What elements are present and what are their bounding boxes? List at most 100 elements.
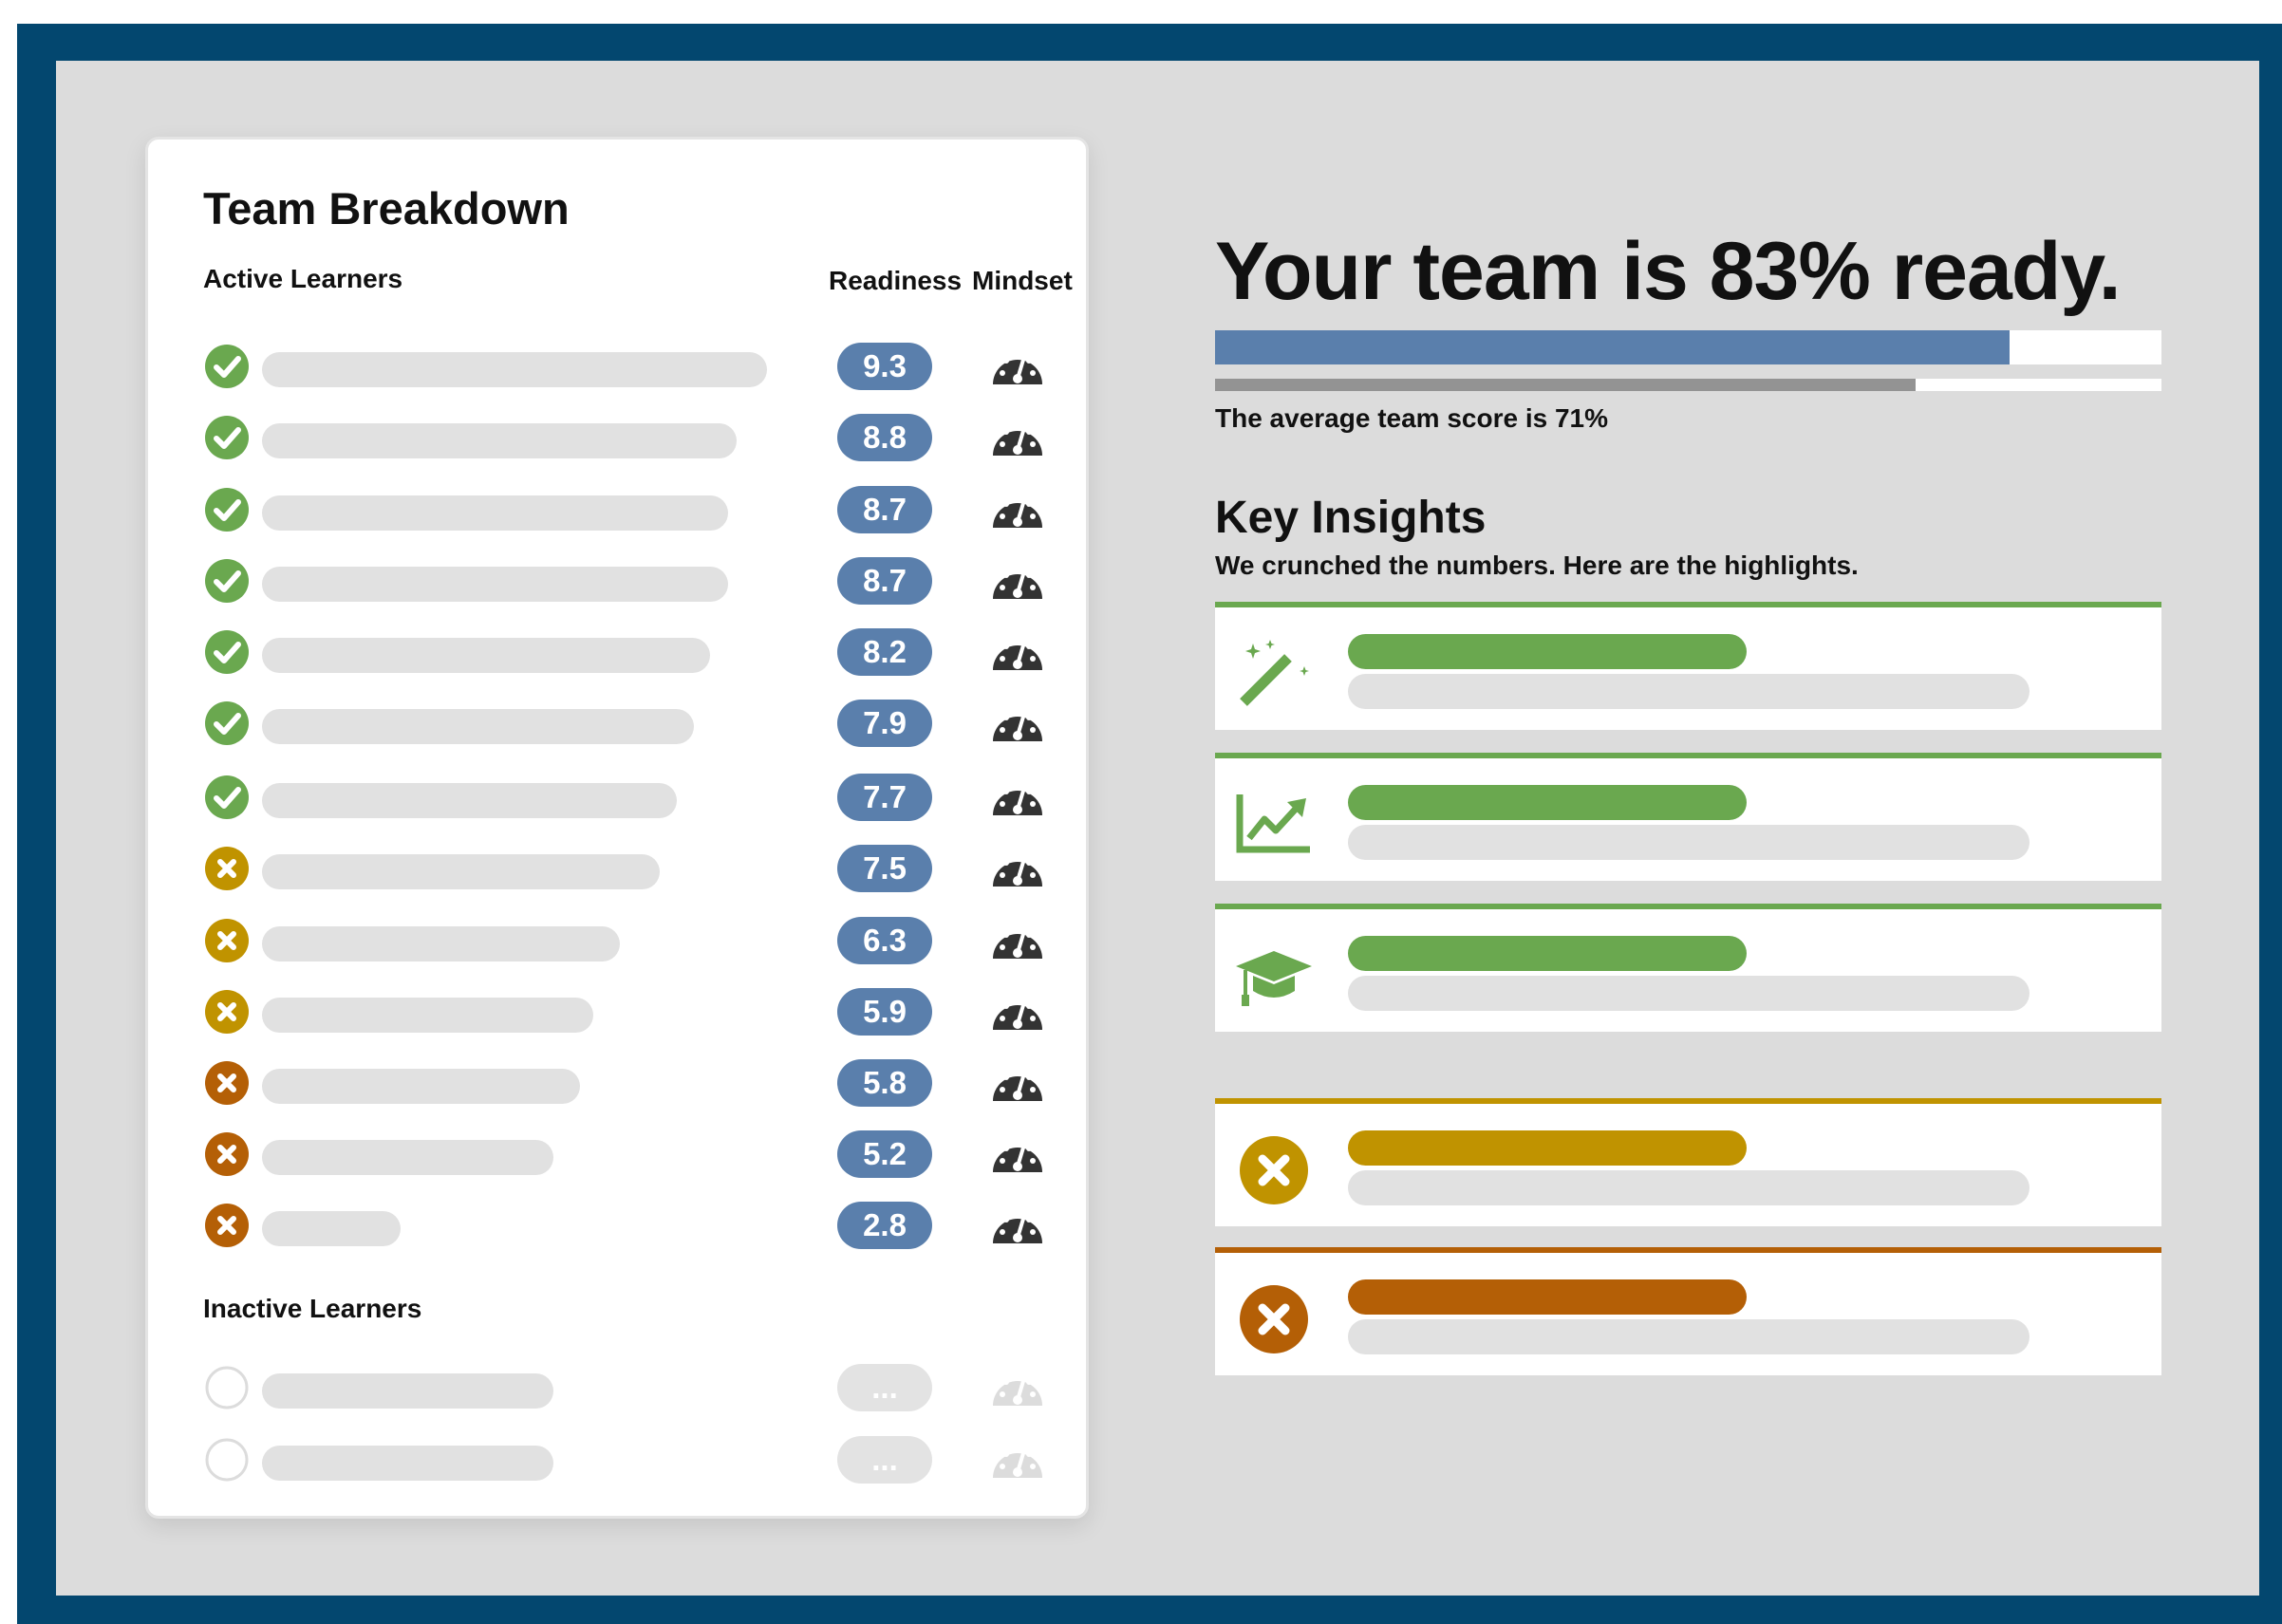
card-title: Team Breakdown <box>203 183 570 233</box>
learner-name-placeholder <box>262 1446 553 1481</box>
learner-row[interactable]: 7.9 <box>148 694 1086 751</box>
check-circle-icon <box>205 559 249 603</box>
learner-row[interactable]: 8.7 <box>148 551 1086 608</box>
learner-name-placeholder <box>262 783 677 818</box>
team-breakdown-card: Team Breakdown Active Learners Readiness… <box>145 137 1089 1519</box>
insight-headline-placeholder <box>1348 785 1747 820</box>
learner-row[interactable]: 8.7 <box>148 480 1086 537</box>
learner-row[interactable]: 8.2 <box>148 623 1086 680</box>
average-score-text: The average team score is 71% <box>1215 403 1609 433</box>
readiness-score-badge: 5.2 <box>837 1130 932 1178</box>
insight-description-placeholder <box>1348 674 2029 709</box>
inactive-learners-label: Inactive Learners <box>203 1294 422 1323</box>
team-readiness-bar <box>1215 330 2161 364</box>
insight-card-good[interactable] <box>1215 753 2161 881</box>
learner-row[interactable]: 2.8 <box>148 1196 1086 1253</box>
mindset-gauge-icon[interactable] <box>991 1366 1044 1409</box>
insight-headline-placeholder <box>1348 936 1747 971</box>
learner-row[interactable]: 9.3 <box>148 337 1086 394</box>
x-circle-icon <box>1234 1281 1314 1355</box>
learner-row[interactable]: 5.8 <box>148 1054 1086 1111</box>
readiness-score-badge: 2.8 <box>837 1202 932 1249</box>
key-insights-title: Key Insights <box>1215 493 1487 543</box>
mindset-gauge-icon[interactable] <box>991 847 1044 890</box>
learner-row[interactable]: 8.8 <box>148 408 1086 465</box>
trending-up-chart-icon <box>1234 787 1314 861</box>
mindset-gauge-icon[interactable] <box>991 1204 1044 1247</box>
mindset-gauge-icon[interactable] <box>991 559 1044 603</box>
check-circle-icon <box>205 488 249 532</box>
key-insights-subtitle: We crunched the numbers. Here are the hi… <box>1215 551 1859 580</box>
mindset-gauge-icon[interactable] <box>991 701 1044 745</box>
graduation-cap-icon <box>1234 938 1314 1012</box>
average-score-fill <box>1215 379 1916 391</box>
learner-name-placeholder <box>262 1211 401 1246</box>
inactive-learner-row[interactable]: ... <box>148 1358 1086 1415</box>
learner-name-placeholder <box>262 423 737 458</box>
readiness-score-badge: 8.8 <box>837 414 932 461</box>
learner-name-placeholder <box>262 1140 553 1175</box>
insight-description-placeholder <box>1348 1319 2029 1354</box>
x-circle-icon <box>205 1204 249 1247</box>
mindset-gauge-icon[interactable] <box>991 919 1044 962</box>
active-learners-label: Active Learners <box>203 264 403 293</box>
learner-row[interactable]: 7.7 <box>148 768 1086 825</box>
readiness-headline: Your team is 83% ready. <box>1215 226 2122 317</box>
empty-circle-icon <box>205 1366 249 1409</box>
mindset-column-header: Mindset <box>972 266 1073 295</box>
readiness-score-badge: 9.3 <box>837 343 932 390</box>
insight-headline-placeholder <box>1348 1130 1747 1166</box>
learner-name-placeholder <box>262 998 593 1033</box>
mindset-gauge-icon[interactable] <box>991 630 1044 674</box>
check-circle-icon <box>205 345 249 388</box>
learner-name-placeholder <box>262 638 710 673</box>
insight-headline-placeholder <box>1348 1279 1747 1315</box>
learner-row[interactable]: 5.2 <box>148 1125 1086 1182</box>
readiness-score-badge: 7.7 <box>837 774 932 821</box>
readiness-score-badge: 8.7 <box>837 557 932 605</box>
x-circle-icon <box>205 919 249 962</box>
mindset-gauge-icon[interactable] <box>991 1132 1044 1176</box>
mindset-gauge-icon[interactable] <box>991 990 1044 1034</box>
inactive-learner-row[interactable]: ... <box>148 1430 1086 1487</box>
learner-row[interactable]: 7.5 <box>148 839 1086 896</box>
mindset-gauge-icon[interactable] <box>991 488 1044 532</box>
check-circle-icon <box>205 630 249 674</box>
readiness-score-badge: ... <box>837 1364 932 1411</box>
insight-card-good[interactable] <box>1215 602 2161 730</box>
x-circle-icon <box>205 1061 249 1105</box>
insight-description-placeholder <box>1348 825 2029 860</box>
mindset-gauge-icon[interactable] <box>991 345 1044 388</box>
check-circle-icon <box>205 775 249 819</box>
learner-name-placeholder <box>262 1069 580 1104</box>
learner-name-placeholder <box>262 854 660 889</box>
learner-row[interactable]: 6.3 <box>148 911 1086 968</box>
magic-wand-icon <box>1234 636 1314 710</box>
insight-description-placeholder <box>1348 976 2029 1011</box>
x-circle-icon <box>205 990 249 1034</box>
learner-name-placeholder <box>262 1373 553 1409</box>
insight-card-good[interactable] <box>1215 904 2161 1032</box>
x-circle-icon <box>205 1132 249 1176</box>
x-circle-icon <box>205 847 249 890</box>
readiness-score-badge: 8.7 <box>837 486 932 533</box>
readiness-score-badge: 5.8 <box>837 1059 932 1107</box>
readiness-score-badge: ... <box>837 1436 932 1484</box>
mindset-gauge-icon[interactable] <box>991 1061 1044 1105</box>
insight-card-bad[interactable] <box>1215 1247 2161 1375</box>
mindset-gauge-icon[interactable] <box>991 416 1044 459</box>
learner-name-placeholder <box>262 926 620 961</box>
readiness-score-badge: 8.2 <box>837 628 932 676</box>
mindset-gauge-icon[interactable] <box>991 775 1044 819</box>
learner-row[interactable]: 5.9 <box>148 982 1086 1039</box>
learner-name-placeholder <box>262 495 728 531</box>
readiness-column-header: Readiness <box>829 266 963 295</box>
mindset-gauge-icon[interactable] <box>991 1438 1044 1482</box>
learner-name-placeholder <box>262 709 694 744</box>
empty-circle-icon <box>205 1438 249 1482</box>
x-circle-icon <box>1234 1132 1314 1206</box>
average-score-bar <box>1215 379 2161 391</box>
check-circle-icon <box>205 416 249 459</box>
learner-name-placeholder <box>262 352 767 387</box>
insight-card-warn[interactable] <box>1215 1098 2161 1226</box>
